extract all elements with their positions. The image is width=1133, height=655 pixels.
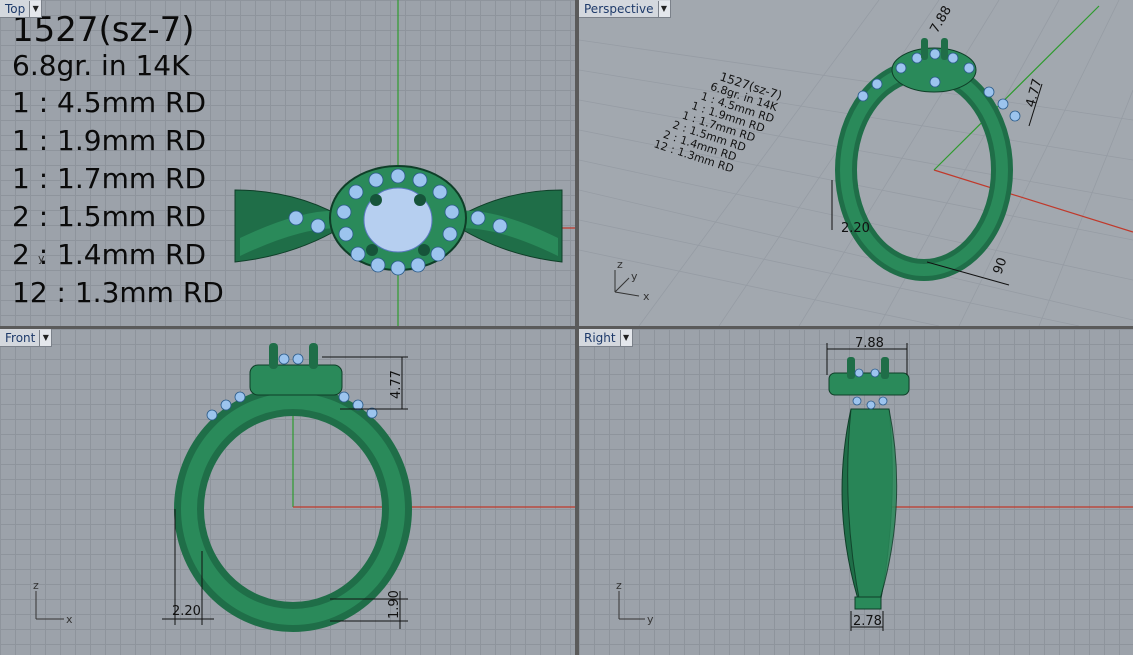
head-basket	[249, 364, 343, 396]
ring-band-highlight	[840, 64, 1008, 276]
x-axis-line	[933, 169, 1133, 233]
viewport-tab-label: Front	[5, 330, 36, 345]
svg-text:y: y	[647, 613, 654, 626]
viewport-tab-top[interactable]: Top ▼	[0, 0, 43, 18]
svg-text:z: z	[33, 579, 39, 592]
front-view-scene: 4.77 2.20 1.90 z x	[33, 343, 575, 632]
viewport-tab-front[interactable]: Front ▼	[0, 329, 53, 347]
right-viewport[interactable]: Right ▼ 7.88 2.78 z y	[579, 329, 1133, 655]
perspective-notes: 1527(sz-7) 6.8gr. in 14K 1 : 4.5mm RD 1 …	[652, 70, 783, 176]
dimension-label: 2.78	[853, 614, 882, 629]
ring-weight: 6.8gr. in 14K	[12, 49, 190, 82]
dimension-label: 2.20	[172, 604, 201, 619]
viewport-tab-label: Right	[584, 330, 616, 345]
viewport-tab-label: Perspective	[584, 1, 654, 16]
dimension-label: 7.88	[927, 3, 954, 36]
viewport-menu-arrow-icon[interactable]: ▼	[657, 0, 670, 17]
svg-text:y: y	[631, 270, 638, 283]
dimension-label: 1.90	[387, 590, 402, 619]
stone-spec: 1 : 1.9mm RD	[12, 124, 207, 157]
stone-spec: 12 : 1.3mm RD	[12, 276, 224, 309]
stone-spec: 2 : 1.4mm RD	[12, 238, 207, 271]
dimension-label: 4.77	[389, 370, 404, 399]
front-viewport[interactable]: Front ▼ 4.77 2.20 1.90 z x	[0, 329, 575, 655]
ring-title: 1527(sz-7)	[12, 10, 195, 50]
svg-text:z: z	[616, 579, 622, 592]
axis-gizmo: z x	[33, 579, 73, 626]
perspective-scene: 1527(sz-7) 6.8gr. in 14K 1 : 4.5mm RD 1 …	[579, 0, 1133, 326]
viewport-tab-label: Top	[5, 1, 26, 16]
stone-spec: 2 : 1.5mm RD	[12, 200, 207, 233]
stone-spec: 1 : 1.7mm RD	[12, 162, 207, 195]
dimension-label: 4.77	[1023, 77, 1045, 109]
top-viewport[interactable]: Top ▼ y 1527(sz-7) 6.8gr. in 14K 1 : 4.5…	[0, 0, 575, 326]
stone-spec: 1 : 4.5mm RD	[12, 86, 207, 119]
right-view-scene: 7.88 2.78 z y	[616, 336, 1133, 631]
axis-gizmo: z y	[616, 579, 654, 626]
dimension-label: 90	[991, 256, 1011, 277]
viewport-tab-perspective[interactable]: Perspective ▼	[579, 0, 671, 18]
viewport-menu-arrow-icon[interactable]: ▼	[619, 329, 632, 346]
svg-text:z: z	[617, 258, 623, 271]
ring-notes: 1527(sz-7) 6.8gr. in 14K 1 : 4.5mm RD 1 …	[12, 12, 224, 312]
perspective-viewport[interactable]: Perspective ▼ 1527(sz-7) 6.8gr. in 14K 1…	[579, 0, 1133, 326]
dimension-label: 7.88	[855, 336, 884, 351]
viewport-menu-arrow-icon[interactable]: ▼	[39, 329, 52, 346]
svg-text:x: x	[66, 613, 73, 626]
svg-text:x: x	[643, 290, 650, 303]
axis-gizmo: z x y	[614, 258, 650, 303]
head-basket	[828, 372, 910, 396]
viewport-menu-arrow-icon[interactable]: ▼	[29, 0, 42, 17]
viewport-tab-right[interactable]: Right ▼	[579, 329, 633, 347]
dimension-label: 2.20	[841, 221, 870, 236]
band-bottom	[854, 596, 882, 610]
